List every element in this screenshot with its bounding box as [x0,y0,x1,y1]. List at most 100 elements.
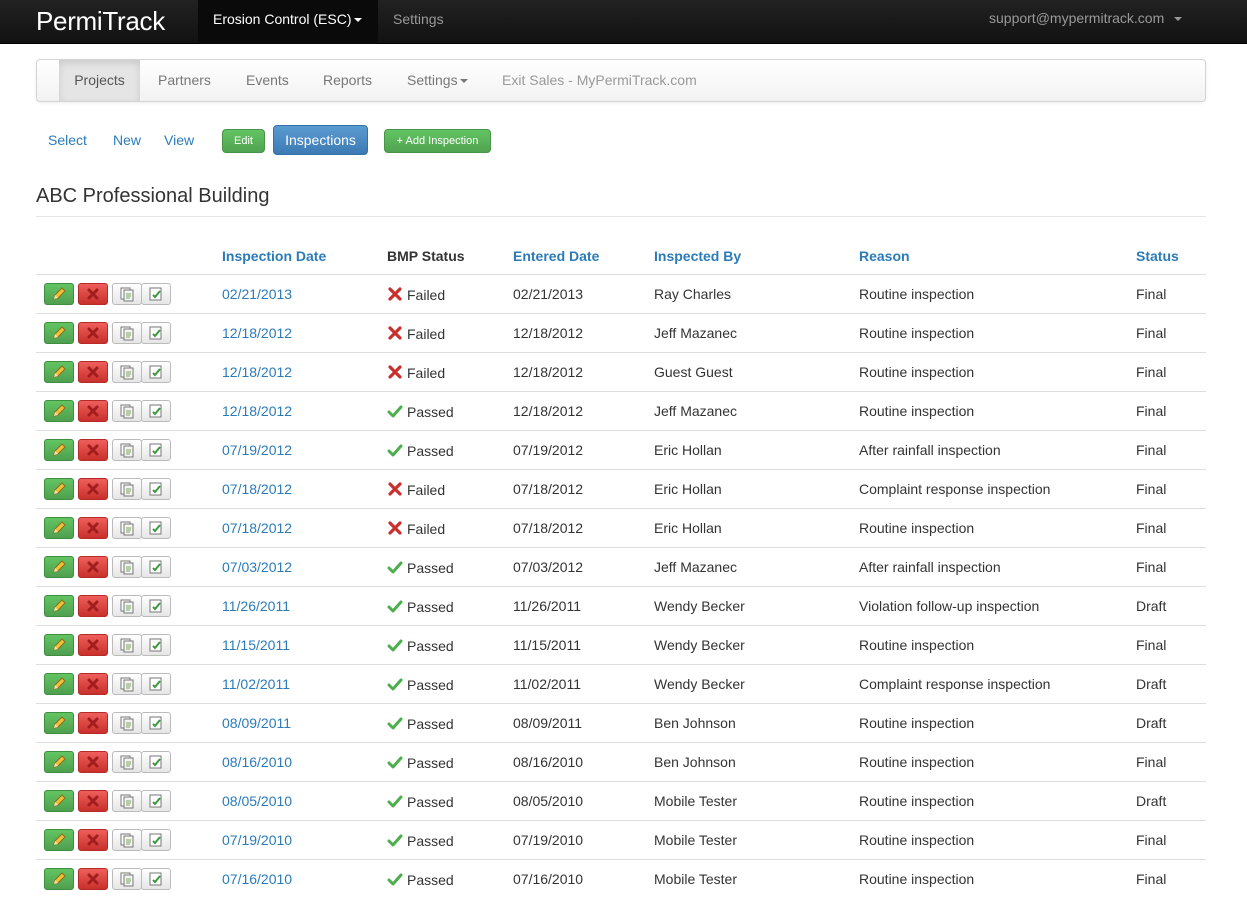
delete-row-button[interactable] [78,595,108,617]
inspection-date-link[interactable]: 12/18/2012 [222,364,292,380]
inspection-date-link[interactable]: 11/15/2011 [222,637,290,653]
delete-row-button[interactable] [78,712,108,734]
inspection-date-link[interactable]: 12/18/2012 [222,325,292,341]
edit-row-button[interactable] [44,478,74,500]
delete-row-button[interactable] [78,439,108,461]
view-report-button[interactable] [141,712,171,734]
copy-row-button[interactable] [112,517,142,539]
copy-row-button[interactable] [112,751,142,773]
tab-settings[interactable]: Settings [407,60,468,101]
delete-row-button[interactable] [78,790,108,812]
copy-row-button[interactable] [112,868,142,890]
inspection-date-link[interactable]: 02/21/2013 [222,286,292,302]
edit-row-button[interactable] [44,400,74,422]
edit-row-button[interactable] [44,595,74,617]
view-report-button[interactable] [141,829,171,851]
edit-row-button[interactable] [44,322,74,344]
copy-row-button[interactable] [112,556,142,578]
inspection-date-link[interactable]: 12/18/2012 [222,403,292,419]
header-status[interactable]: Status [1136,248,1179,264]
header-inspection-date[interactable]: Inspection Date [222,248,326,264]
tab-projects[interactable]: Projects [59,60,140,101]
header-entered-date[interactable]: Entered Date [513,248,599,264]
view-report-button[interactable] [141,283,171,305]
view-report-button[interactable] [141,790,171,812]
delete-row-button[interactable] [78,322,108,344]
edit-row-button[interactable] [44,868,74,890]
edit-row-button[interactable] [44,556,74,578]
edit-row-button[interactable] [44,790,74,812]
inspection-date-link[interactable]: 07/18/2012 [222,520,292,536]
delete-row-button[interactable] [78,751,108,773]
delete-row-button[interactable] [78,400,108,422]
top-settings-link[interactable]: Settings [393,11,444,27]
edit-button[interactable]: Edit [222,129,265,153]
delete-row-button[interactable] [78,361,108,383]
inspection-date-link[interactable]: 08/09/2011 [222,715,291,731]
view-report-button[interactable] [141,595,171,617]
view-report-button[interactable] [141,556,171,578]
copy-row-button[interactable] [112,400,142,422]
inspection-date-link[interactable]: 07/18/2012 [222,481,292,497]
view-report-button[interactable] [141,673,171,695]
view-report-button[interactable] [141,400,171,422]
edit-row-button[interactable] [44,712,74,734]
inspection-date-link[interactable]: 08/16/2010 [222,754,292,770]
tab-exit-sales[interactable]: Exit Sales - MyPermiTrack.com [502,60,697,101]
view-report-button[interactable] [141,361,171,383]
copy-row-button[interactable] [112,790,142,812]
tab-events[interactable]: Events [246,60,289,101]
copy-row-button[interactable] [112,478,142,500]
view-report-button[interactable] [141,751,171,773]
view-report-button[interactable] [141,517,171,539]
copy-row-button[interactable] [112,829,142,851]
inspection-date-link[interactable]: 07/19/2010 [222,832,292,848]
delete-row-button[interactable] [78,478,108,500]
copy-row-button[interactable] [112,673,142,695]
delete-row-button[interactable] [78,283,108,305]
delete-row-button[interactable] [78,868,108,890]
delete-row-button[interactable] [78,556,108,578]
view-report-button[interactable] [141,868,171,890]
inspection-date-link[interactable]: 07/03/2012 [222,559,292,575]
copy-row-button[interactable] [112,439,142,461]
copy-row-button[interactable] [112,634,142,656]
edit-row-button[interactable] [44,751,74,773]
header-inspected-by[interactable]: Inspected By [654,248,741,264]
edit-row-button[interactable] [44,361,74,383]
inspection-date-link[interactable]: 11/26/2011 [222,598,290,614]
view-report-button[interactable] [141,439,171,461]
delete-row-button[interactable] [78,673,108,695]
tab-reports[interactable]: Reports [323,60,372,101]
module-dropdown[interactable]: Erosion Control (ESC) [198,0,378,44]
header-reason[interactable]: Reason [859,248,910,264]
copy-row-button[interactable] [112,595,142,617]
edit-row-button[interactable] [44,829,74,851]
view-link[interactable]: View [164,132,194,148]
tab-partners[interactable]: Partners [158,60,211,101]
inspections-button[interactable]: Inspections [273,125,368,155]
view-report-button[interactable] [141,322,171,344]
copy-row-button[interactable] [112,322,142,344]
inspection-date-link[interactable]: 11/02/2011 [222,676,290,692]
user-menu[interactable]: support@mypermitrack.com [989,10,1183,26]
brand-logo[interactable]: PermiTrack [36,6,165,37]
copy-row-button[interactable] [112,283,142,305]
copy-row-button[interactable] [112,712,142,734]
inspection-date-link[interactable]: 07/19/2012 [222,442,292,458]
edit-row-button[interactable] [44,673,74,695]
delete-row-button[interactable] [78,517,108,539]
edit-row-button[interactable] [44,634,74,656]
new-link[interactable]: New [113,132,141,148]
delete-row-button[interactable] [78,634,108,656]
add-inspection-button[interactable]: + Add Inspection [384,129,491,153]
edit-row-button[interactable] [44,283,74,305]
inspection-date-link[interactable]: 08/05/2010 [222,793,292,809]
select-link[interactable]: Select [48,132,87,148]
view-report-button[interactable] [141,478,171,500]
delete-row-button[interactable] [78,829,108,851]
view-report-button[interactable] [141,634,171,656]
edit-row-button[interactable] [44,439,74,461]
inspection-date-link[interactable]: 07/16/2010 [222,871,292,887]
edit-row-button[interactable] [44,517,74,539]
